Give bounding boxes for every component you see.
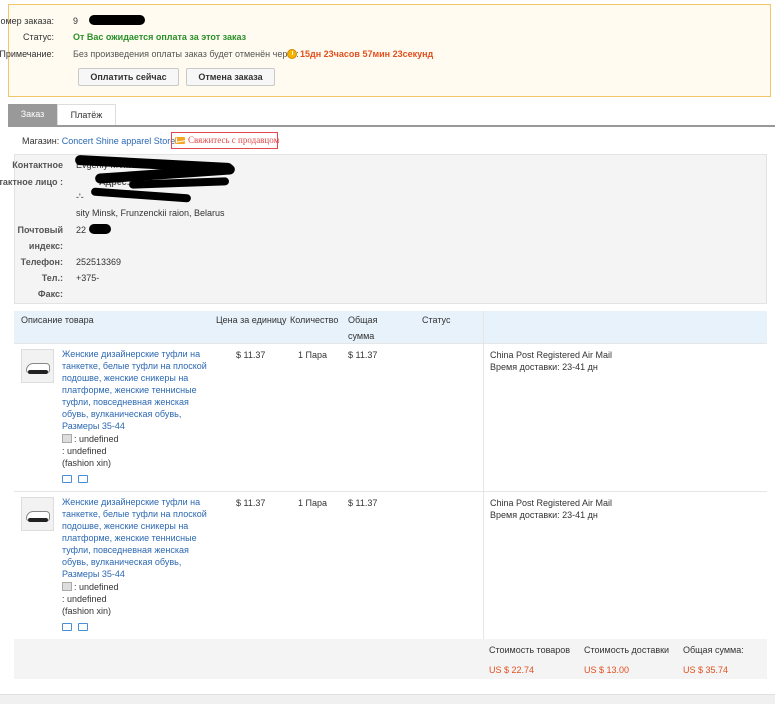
countdown-suffix: .	[419, 49, 422, 59]
address-line2: -'-	[76, 192, 84, 202]
status-value: От Вас ожидается оплата за этот заказ	[73, 32, 247, 42]
product-title-link[interactable]: Женские дизайнерские туфли на танкетке, …	[62, 496, 210, 580]
order-number-value: 9	[73, 16, 79, 26]
clock-icon	[287, 49, 297, 59]
unit-price: $ 11.37	[236, 498, 266, 508]
redaction-mark	[89, 224, 111, 234]
bottom-bar	[0, 694, 775, 704]
product-attr-1: : undefined	[62, 581, 119, 593]
redaction-mark	[89, 15, 145, 25]
cancel-order-button[interactable]: Отмена заказа	[186, 68, 275, 86]
store-label: Магазин:	[22, 136, 60, 146]
fax-label: Факс:	[37, 289, 63, 299]
tab-order[interactable]: Заказ	[8, 104, 57, 125]
postal-value: 22	[76, 225, 87, 235]
quantity: 1 Пара	[298, 498, 327, 508]
header-quantity: Количество	[290, 315, 339, 325]
shipping-method: China Post Registered Air Mail	[490, 350, 613, 360]
snapshot-icon[interactable]	[62, 475, 72, 483]
order-totals: Стоимость товаров US $ 22.74 Стоимость д…	[14, 639, 767, 679]
tel-label: Тел.:	[41, 273, 63, 283]
goods-cost-value: US $ 22.74	[489, 665, 535, 675]
details-icon[interactable]	[78, 623, 88, 631]
product-table-header: Описание товара Цена за единицу Количест…	[14, 311, 767, 343]
note-label: Примечание:	[0, 49, 54, 59]
order-number-label: Номер заказа:	[0, 16, 54, 26]
shipping-address-box: Контактное Контактное лицо : Evgeniy MV.…	[0, 154, 767, 304]
column-divider	[483, 311, 484, 639]
header-total-line1: Общая	[348, 315, 378, 325]
phone-label: Телефон:	[20, 257, 63, 267]
product-attr-3: (fashion xin)	[62, 458, 112, 468]
shipping-cost-value: US $ 13.00	[584, 665, 630, 675]
contact-label: Контактное лицо :	[0, 177, 63, 187]
tab-payment[interactable]: Платёж	[57, 104, 116, 125]
shoe-sole	[28, 370, 48, 374]
pay-now-button[interactable]: Оплатить сейчас	[78, 68, 179, 86]
grand-total-label: Общая сумма:	[683, 645, 744, 655]
phone-value: 252513369	[76, 257, 122, 267]
unit-price: $ 11.37	[236, 350, 266, 360]
header-unit-price: Цена за единицу	[216, 315, 287, 325]
header-description: Описание товара	[21, 315, 94, 325]
redaction-mark	[90, 187, 192, 203]
row-divider	[14, 491, 767, 492]
details-icon[interactable]	[78, 475, 88, 483]
mail-icon	[175, 137, 185, 144]
product-attr-1: : undefined	[62, 433, 119, 445]
status-label: Статус:	[23, 32, 54, 42]
product-attr-2: : undefined	[62, 446, 107, 456]
row-total: $ 11.37	[348, 350, 378, 360]
shoe-sole	[28, 518, 48, 522]
product-title-link[interactable]: Женские дизайнерские туфли на танкетке, …	[62, 348, 210, 432]
address-line3: sity Minsk, Frunzenckii raion, Belarus	[76, 208, 225, 218]
tel-value: +375-	[76, 273, 100, 283]
variant-image-icon	[62, 582, 72, 591]
postal-label-line1: Почтовый	[17, 225, 63, 235]
shipping-method: China Post Registered Air Mail	[490, 498, 613, 508]
product-attr-3: (fashion xin)	[62, 606, 112, 616]
snapshot-icon[interactable]	[62, 623, 72, 631]
row-total: $ 11.37	[348, 498, 378, 508]
product-thumbnail[interactable]	[21, 349, 54, 383]
variant-image-icon	[62, 434, 72, 443]
shipping-cost-label: Стоимость доставки	[584, 645, 670, 655]
store-line: Магазин: Concert Shine apparel Store	[22, 136, 175, 146]
store-link[interactable]: Concert Shine apparel Store	[62, 136, 176, 146]
postal-label: индекс:	[28, 241, 63, 251]
header-total-line2: сумма	[348, 331, 375, 341]
tab-divider	[8, 125, 775, 127]
contact-seller-button[interactable]: Свяжитесь с продавцом	[171, 132, 280, 149]
order-notice-panel: Номер заказа: 9 Статус: От Вас ожидается…	[0, 4, 771, 97]
grand-total-value: US $ 35.74	[683, 665, 729, 675]
row-divider	[14, 343, 767, 344]
product-attr-2: : undefined	[62, 594, 107, 604]
contact-seller-label: Свяжитесь с продавцом	[188, 135, 280, 145]
note-text: Без произведения оплаты заказ будет отме…	[73, 49, 299, 59]
contact-label-line1: Контактное	[12, 160, 63, 170]
delivery-time: Время доставки: 23-41 дн	[490, 510, 598, 520]
goods-cost-label: Стоимость товаров	[489, 645, 571, 655]
countdown-timer: 15дн 23часов 57мин 23секунд	[300, 49, 434, 59]
product-thumbnail[interactable]	[21, 497, 54, 531]
delivery-time: Время доставки: 23-41 дн	[490, 362, 598, 372]
quantity: 1 Пара	[298, 350, 327, 360]
header-status: Статус	[422, 315, 451, 325]
